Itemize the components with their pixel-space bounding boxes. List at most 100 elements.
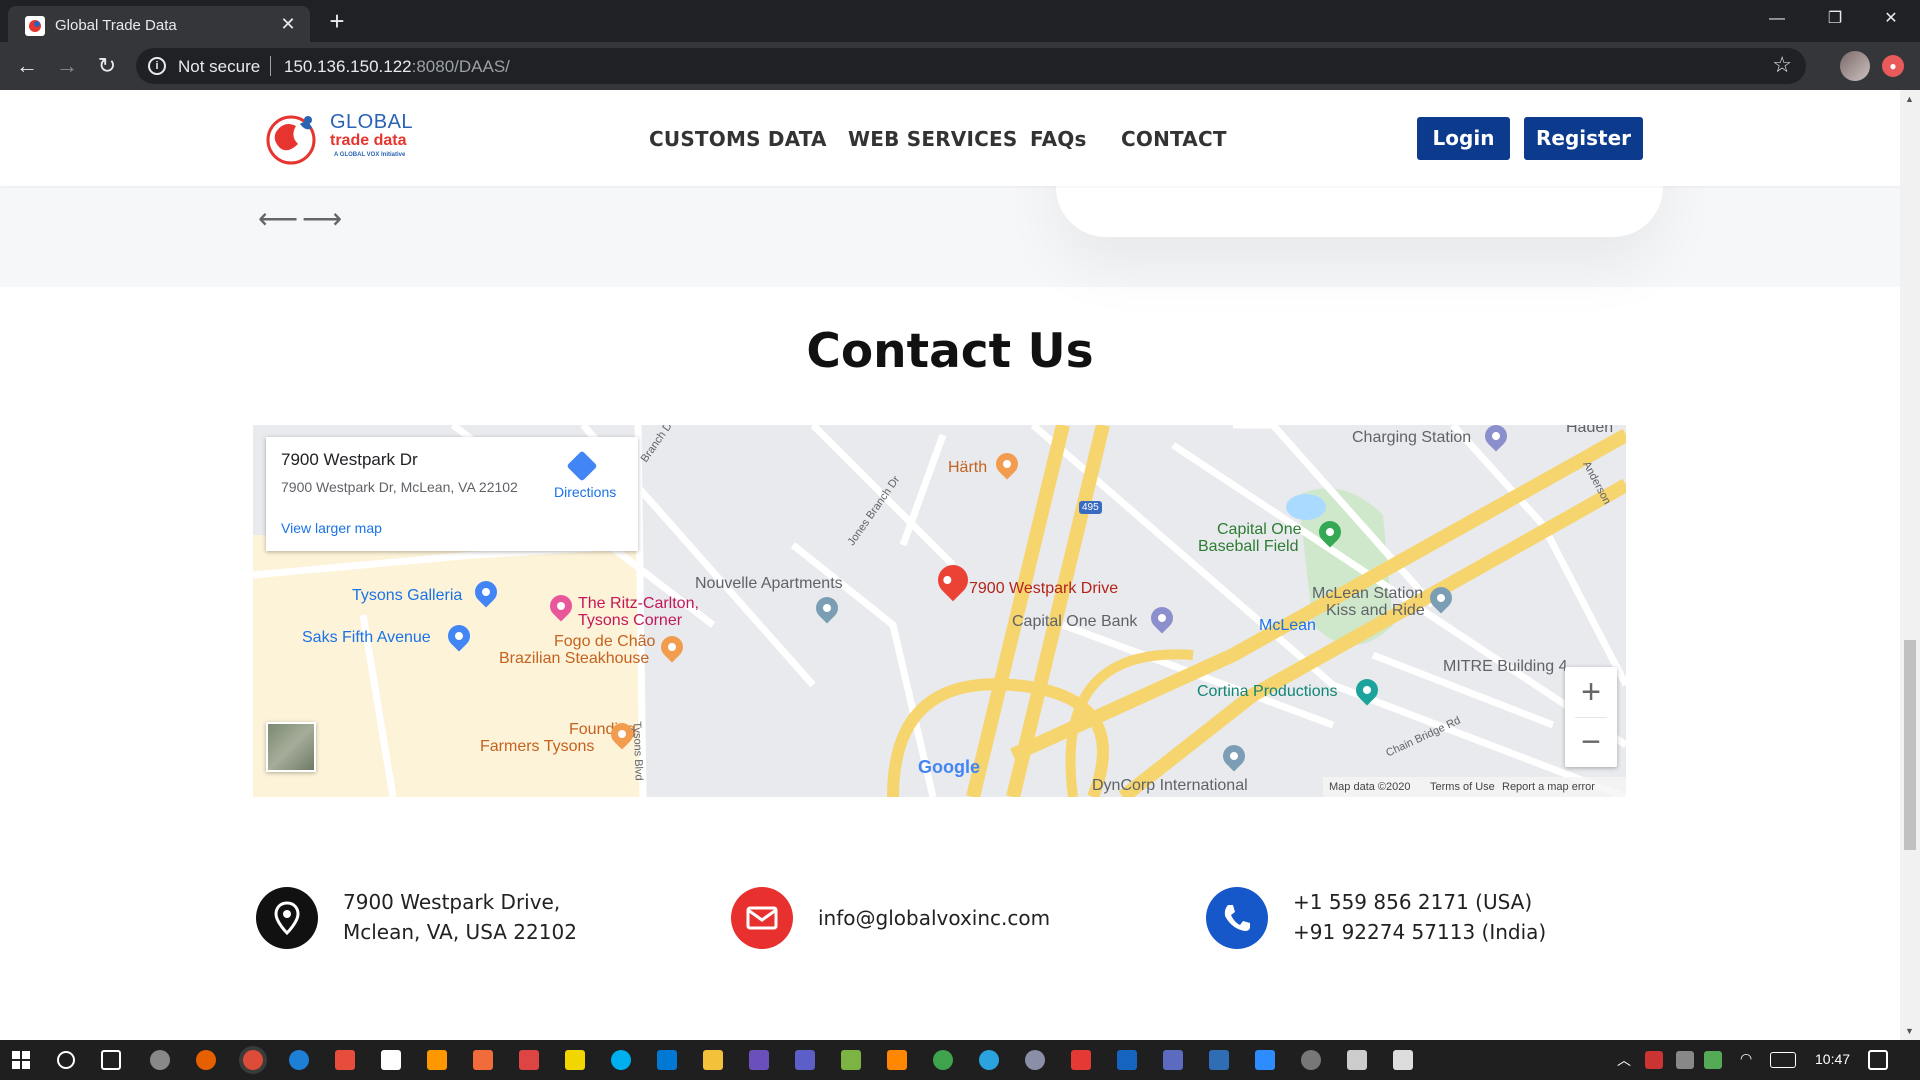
info-icon[interactable]: i — [148, 57, 166, 75]
zoom-out-button[interactable]: − — [1565, 717, 1617, 767]
place-address: 7900 Westpark Dr, McLean, VA 22102 — [281, 479, 518, 495]
new-tab-icon[interactable]: + — [323, 7, 351, 35]
reload-icon[interactable]: ↻ — [93, 52, 121, 80]
phone-india[interactable]: +91 92274 57113 (India) — [1293, 917, 1546, 947]
map-label-pin: 7900 Westpark Drive — [969, 580, 1119, 597]
map-label-capital-one-field-1: Capital One — [1217, 521, 1302, 538]
google-map[interactable]: 7900 Westpark Dr 7900 Westpark Dr, McLea… — [253, 425, 1626, 797]
windows-start-icon[interactable] — [12, 1051, 30, 1069]
nav-faqs[interactable]: FAQs — [1030, 127, 1087, 151]
notifications-icon[interactable] — [1868, 1050, 1888, 1070]
app-icon-14[interactable] — [1347, 1050, 1367, 1070]
login-button[interactable]: Login — [1417, 117, 1510, 160]
telegram-icon[interactable] — [979, 1050, 999, 1070]
sticky-notes-icon[interactable] — [565, 1050, 585, 1070]
app-icon-15[interactable] — [1393, 1050, 1413, 1070]
forward-icon[interactable]: → — [53, 52, 81, 80]
app-icon-1[interactable] — [335, 1050, 355, 1070]
scrollbar-thumb[interactable] — [1904, 640, 1916, 850]
sublime-icon[interactable] — [427, 1050, 447, 1070]
battery-icon[interactable] — [1676, 1051, 1694, 1069]
contact-us-heading: Contact Us — [806, 324, 1094, 379]
view-larger-map-link[interactable]: View larger map — [281, 520, 382, 536]
map-label-ritz-2: Tysons Corner — [578, 612, 683, 629]
defender-icon[interactable] — [1704, 1051, 1722, 1069]
back-icon[interactable]: ← — [13, 52, 41, 80]
edge-icon[interactable] — [289, 1050, 309, 1070]
satellite-toggle[interactable] — [266, 722, 316, 772]
zoom-in-button[interactable]: + — [1565, 667, 1617, 717]
app-icon-11[interactable] — [1163, 1050, 1183, 1070]
report-error-link[interactable]: Report a map error — [1502, 781, 1595, 793]
map-label-charging: Charging Station — [1352, 429, 1472, 446]
browser-tab-strip: Global Trade Data ✕ + — ❐ ✕ — [0, 0, 1920, 42]
browser-tab[interactable]: Global Trade Data ✕ — [8, 6, 310, 42]
nav-contact[interactable]: CONTACT — [1121, 127, 1227, 151]
prev-arrow-icon[interactable]: ⟵ — [258, 202, 298, 235]
app-icon-9[interactable] — [1071, 1050, 1091, 1070]
contact-phones: +1 559 856 2171 (USA) +91 92274 57113 (I… — [1293, 887, 1546, 947]
page-scrollbar[interactable]: ▲ ▼ — [1900, 90, 1920, 1040]
app-icon-2[interactable] — [381, 1050, 401, 1070]
directions-link[interactable]: Directions — [554, 484, 616, 500]
task-view-icon[interactable] — [101, 1050, 121, 1070]
windows-taskbar: ︿ ◠ 10:47 — [0, 1040, 1920, 1080]
app-icon-10[interactable] — [1117, 1050, 1137, 1070]
vlc-icon[interactable] — [887, 1050, 907, 1070]
extension-icon[interactable]: ● — [1882, 55, 1904, 77]
map-footer: Map data ©2020 Terms of Use Report a map… — [1323, 777, 1626, 797]
app-icon-4[interactable] — [519, 1050, 539, 1070]
app-icon-3[interactable] — [473, 1050, 493, 1070]
terms-of-use-link[interactable]: Terms of Use — [1430, 781, 1495, 793]
skype-icon[interactable] — [611, 1050, 631, 1070]
teams-icon[interactable] — [795, 1050, 815, 1070]
keyboard-icon[interactable] — [1770, 1052, 1796, 1068]
clock-time[interactable]: 10:47 — [1815, 1051, 1850, 1067]
map-place-card: 7900 Westpark Dr 7900 Westpark Dr, McLea… — [266, 437, 638, 551]
map-pin-icon — [274, 901, 300, 936]
url-text[interactable]: 150.136.150.122:8080/DAAS/ — [284, 57, 510, 77]
nav-customs-data[interactable]: CUSTOMS DATA — [649, 127, 827, 151]
restore-icon[interactable]: ❐ — [1806, 0, 1864, 38]
map-label-capital-one-bank: Capital One Bank — [1012, 613, 1138, 630]
app-icon-8[interactable] — [1025, 1050, 1045, 1070]
tray-icon-1[interactable] — [1645, 1051, 1663, 1069]
directions-icon[interactable] — [566, 450, 598, 482]
window-close-icon[interactable]: ✕ — [1862, 0, 1920, 38]
address-bar[interactable]: i Not secure 150.136.150.122:8080/DAAS/ … — [136, 48, 1806, 84]
close-tab-icon[interactable]: ✕ — [278, 14, 298, 34]
next-arrow-icon[interactable]: ⟶ — [302, 202, 342, 235]
settings-gear-icon[interactable] — [150, 1050, 170, 1070]
register-button[interactable]: Register — [1524, 117, 1643, 160]
bookmark-star-icon[interactable]: ☆ — [1772, 52, 1792, 78]
search-circle-icon[interactable] — [57, 1051, 75, 1069]
nav-web-services[interactable]: WEB SERVICES — [848, 127, 1017, 151]
outlook-icon[interactable] — [657, 1050, 677, 1070]
profile-avatar[interactable] — [1840, 51, 1870, 81]
file-explorer-icon[interactable] — [703, 1050, 723, 1070]
phone-usa[interactable]: +1 559 856 2171 (USA) — [1293, 887, 1546, 917]
map-label-capital-one-field-2: Baseball Field — [1198, 538, 1299, 555]
map-label-nouvelle: Nouvelle Apartments — [695, 575, 843, 592]
contact-email[interactable]: info@globalvoxinc.com — [818, 903, 1050, 933]
app-icon-7[interactable] — [933, 1050, 953, 1070]
minimize-icon[interactable]: — — [1748, 0, 1806, 38]
wifi-icon[interactable]: ◠ — [1740, 1050, 1752, 1067]
chrome-icon[interactable] — [243, 1050, 263, 1070]
tab-title: Global Trade Data — [55, 17, 177, 34]
site-logo[interactable]: GLOBAL trade data A GLOBAL VOX Initiativ… — [264, 110, 414, 166]
scroll-down-icon[interactable]: ▼ — [1905, 1026, 1914, 1036]
map-label-founding-2: Farmers Tysons — [480, 738, 595, 755]
zoom-app-icon[interactable] — [1255, 1050, 1275, 1070]
map-label-tysons-galleria: Tysons Galleria — [352, 587, 463, 604]
app-icon-5[interactable] — [749, 1050, 769, 1070]
app-icon-12[interactable] — [1209, 1050, 1229, 1070]
map-label-saks: Saks Fifth Avenue — [302, 629, 431, 646]
tray-chevron-icon[interactable]: ︿ — [1617, 1050, 1631, 1070]
firefox-icon[interactable] — [196, 1050, 216, 1070]
app-icon-13[interactable] — [1301, 1050, 1321, 1070]
map-label-fogo-2: Brazilian Steakhouse — [499, 650, 650, 667]
app-icon-6[interactable] — [841, 1050, 861, 1070]
scroll-up-icon[interactable]: ▲ — [1905, 94, 1914, 104]
security-indicator[interactable]: Not secure — [178, 57, 260, 77]
